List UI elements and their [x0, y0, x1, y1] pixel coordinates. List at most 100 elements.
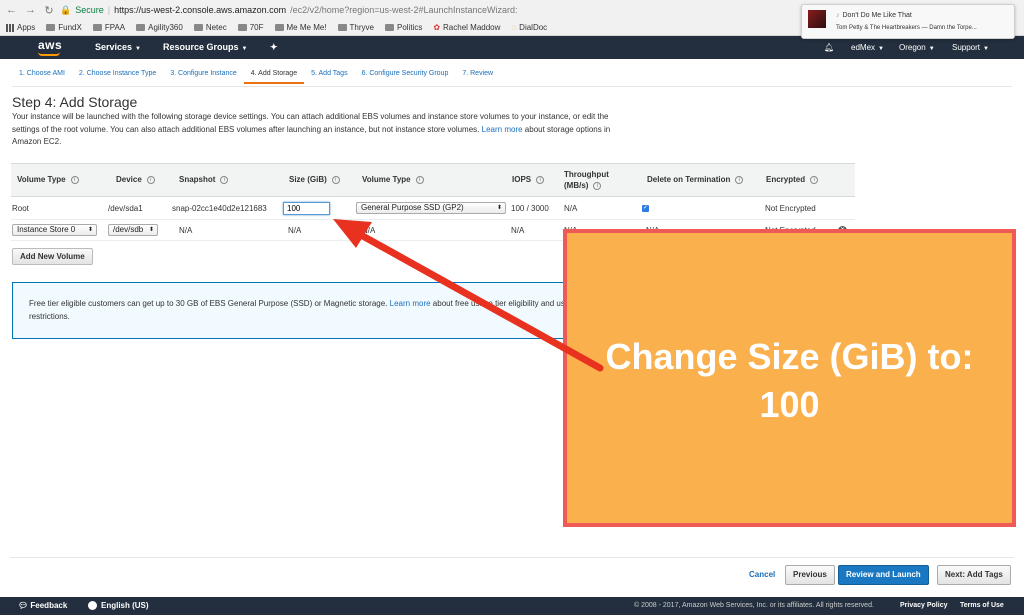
- bell-icon[interactable]: 🔔︎: [824, 43, 834, 52]
- resource-groups-menu[interactable]: Resource Groups ▼: [163, 42, 247, 52]
- msnbc-icon: ✿: [433, 23, 441, 32]
- callout-line-2: 100: [759, 384, 820, 425]
- bookmark-me-me-me[interactable]: Me Me Me!: [274, 21, 327, 34]
- folder-icon: [384, 24, 394, 31]
- forward-icon[interactable]: →: [25, 4, 36, 17]
- back-icon[interactable]: ←: [6, 4, 17, 17]
- learn-more-link[interactable]: Learn more: [482, 125, 523, 134]
- apps-icon: [6, 23, 14, 32]
- row1-device: /dev/sda1: [108, 204, 143, 213]
- pin-icon[interactable]: ✦: [270, 42, 278, 53]
- browser-nav: ← → ↻: [6, 4, 54, 17]
- bookmark-apps[interactable]: Apps: [6, 21, 35, 34]
- folder-icon: [274, 24, 284, 31]
- url-host: https://us-west-2.console.aws.amazon.com: [114, 5, 287, 15]
- terms-of-use-link[interactable]: Terms of Use: [960, 597, 1004, 615]
- page-title: Step 4: Add Storage: [12, 94, 138, 110]
- info-icon[interactable]: i: [810, 175, 819, 184]
- instance-store-select[interactable]: Instance Store 0 ⬍: [12, 224, 97, 236]
- folder-icon: [237, 24, 247, 31]
- callout-line-1: Change Size (GiB) to:: [605, 336, 974, 377]
- row2-ebs-type: N/A: [362, 226, 376, 235]
- storage-table-header: Volume Type i Device i Snapshot i Size (GiB…: [11, 163, 855, 197]
- info-icon[interactable]: i: [593, 181, 602, 190]
- tab-choose-ami[interactable]: 1. Choose AMI: [12, 70, 72, 84]
- col-ebs-volume-type: Volume Type i: [362, 175, 424, 184]
- song-artist: Tom Petty & The Heartbreakers — Damn the…: [836, 25, 977, 31]
- updown-icon: ⬍: [496, 205, 502, 211]
- cancel-button[interactable]: Cancel: [741, 565, 783, 585]
- row1-snapshot: snap-02cc1e40d2e121683: [172, 204, 267, 213]
- tab-review[interactable]: 7. Review: [455, 70, 500, 84]
- region-menu[interactable]: Oregon ▼: [899, 43, 935, 52]
- tab-add-tags[interactable]: 5. Add Tags: [304, 70, 354, 84]
- info-icon[interactable]: i: [415, 175, 424, 184]
- music-icon: ♪: [836, 12, 840, 19]
- row2-snapshot: N/A: [179, 226, 193, 235]
- bookmark-fundx[interactable]: FundX: [46, 21, 82, 34]
- instruction-callout: Change Size (GiB) to: 100: [563, 229, 1016, 527]
- tab-add-storage[interactable]: 4. Add Storage: [243, 70, 305, 84]
- review-and-launch-button[interactable]: Review and Launch: [838, 565, 929, 585]
- size-input[interactable]: [283, 202, 330, 215]
- feedback-link[interactable]: 💬︎ Feedback: [18, 597, 67, 615]
- info-icon[interactable]: i: [220, 175, 229, 184]
- tab-configure-instance[interactable]: 3. Configure Instance: [163, 70, 244, 84]
- lock-icon: 🔒: [60, 5, 72, 15]
- col-device: Device i: [116, 175, 155, 184]
- bookmark-thryve[interactable]: Thryve: [337, 21, 374, 34]
- tab-choose-instance-type[interactable]: 2. Choose Instance Type: [72, 70, 163, 84]
- col-iops: IOPS i: [512, 175, 545, 184]
- folder-icon: [46, 24, 56, 31]
- chevron-down-icon: ▼: [928, 46, 935, 52]
- add-new-volume-button[interactable]: Add New Volume: [12, 248, 93, 265]
- wizard-tabs: 1. Choose AMI 2. Choose Instance Type 3.…: [12, 70, 500, 84]
- next-add-tags-button[interactable]: Next: Add Tags: [937, 565, 1011, 585]
- music-notification[interactable]: ♪ Don't Do Me Like That Tom Petty & The H…: [801, 4, 1015, 39]
- tab-configure-security-group[interactable]: 6. Configure Security Group: [355, 70, 456, 84]
- info-icon[interactable]: i: [70, 175, 79, 184]
- privacy-policy-link[interactable]: Privacy Policy: [900, 597, 947, 615]
- account-menu[interactable]: edMex ▼: [851, 43, 884, 52]
- info-icon[interactable]: i: [536, 175, 545, 184]
- song-title: Don't Do Me Like That: [842, 12, 912, 19]
- col-encrypted: Encrypted i: [766, 175, 819, 184]
- divider: [12, 86, 1012, 87]
- bookmark-politics[interactable]: Politics: [384, 21, 422, 34]
- bookmark-netec[interactable]: Netec: [193, 21, 227, 34]
- support-menu[interactable]: Support ▼: [952, 43, 989, 52]
- col-size: Size (GiB) i: [289, 175, 340, 184]
- row1-throughput: N/A: [564, 204, 578, 213]
- chevron-down-icon: ▼: [241, 46, 248, 52]
- aws-logo[interactable]: aws: [38, 38, 62, 52]
- aws-top-bar: aws Services ▼ Resource Groups ▼ ✦ 🔔︎ edMe…: [0, 36, 1024, 59]
- divider: [10, 557, 1014, 558]
- chevron-down-icon: ▼: [983, 46, 989, 52]
- device-select[interactable]: /dev/sdb ⬍: [108, 224, 158, 236]
- col-volume-type: Volume Type i: [17, 175, 79, 184]
- info-icon[interactable]: i: [146, 175, 155, 184]
- bookmark-rachel-maddow[interactable]: ✿ Rachel Maddow: [433, 21, 500, 34]
- previous-button[interactable]: Previous: [785, 565, 835, 585]
- reload-icon[interactable]: ↻: [44, 4, 54, 17]
- row1-iops: 100 / 3000: [511, 204, 549, 213]
- separator: |: [107, 5, 111, 15]
- services-menu[interactable]: Services ▼: [95, 42, 141, 52]
- updown-icon: ⬍: [87, 227, 93, 233]
- updown-icon: ⬍: [148, 227, 154, 233]
- free-tier-learn-more-link[interactable]: Learn more: [390, 299, 431, 308]
- language-selector[interactable]: English (US): [88, 597, 149, 615]
- delete-on-termination-checkbox[interactable]: ✓: [642, 205, 649, 212]
- row1-encrypted: Not Encrypted: [765, 204, 816, 213]
- page-description: Your instance will be launched with the …: [12, 112, 611, 146]
- ebs-volume-type-select[interactable]: General Purpose SSD (GP2) ⬍: [356, 202, 506, 214]
- bookmark-70f[interactable]: 70F: [237, 21, 264, 34]
- bookmark-agility360[interactable]: Agility360: [136, 21, 183, 34]
- address-bar[interactable]: 🔒 Secure | https://us-west-2.console.aws…: [60, 3, 800, 18]
- bookmark-fpaa[interactable]: FPAA: [92, 21, 125, 34]
- row2-size: N/A: [288, 226, 302, 235]
- folder-icon: [92, 24, 102, 31]
- bookmark-dialdoc[interactable]: ◌ DialDoc: [511, 21, 547, 34]
- info-icon[interactable]: i: [331, 175, 340, 184]
- info-icon[interactable]: i: [735, 175, 744, 184]
